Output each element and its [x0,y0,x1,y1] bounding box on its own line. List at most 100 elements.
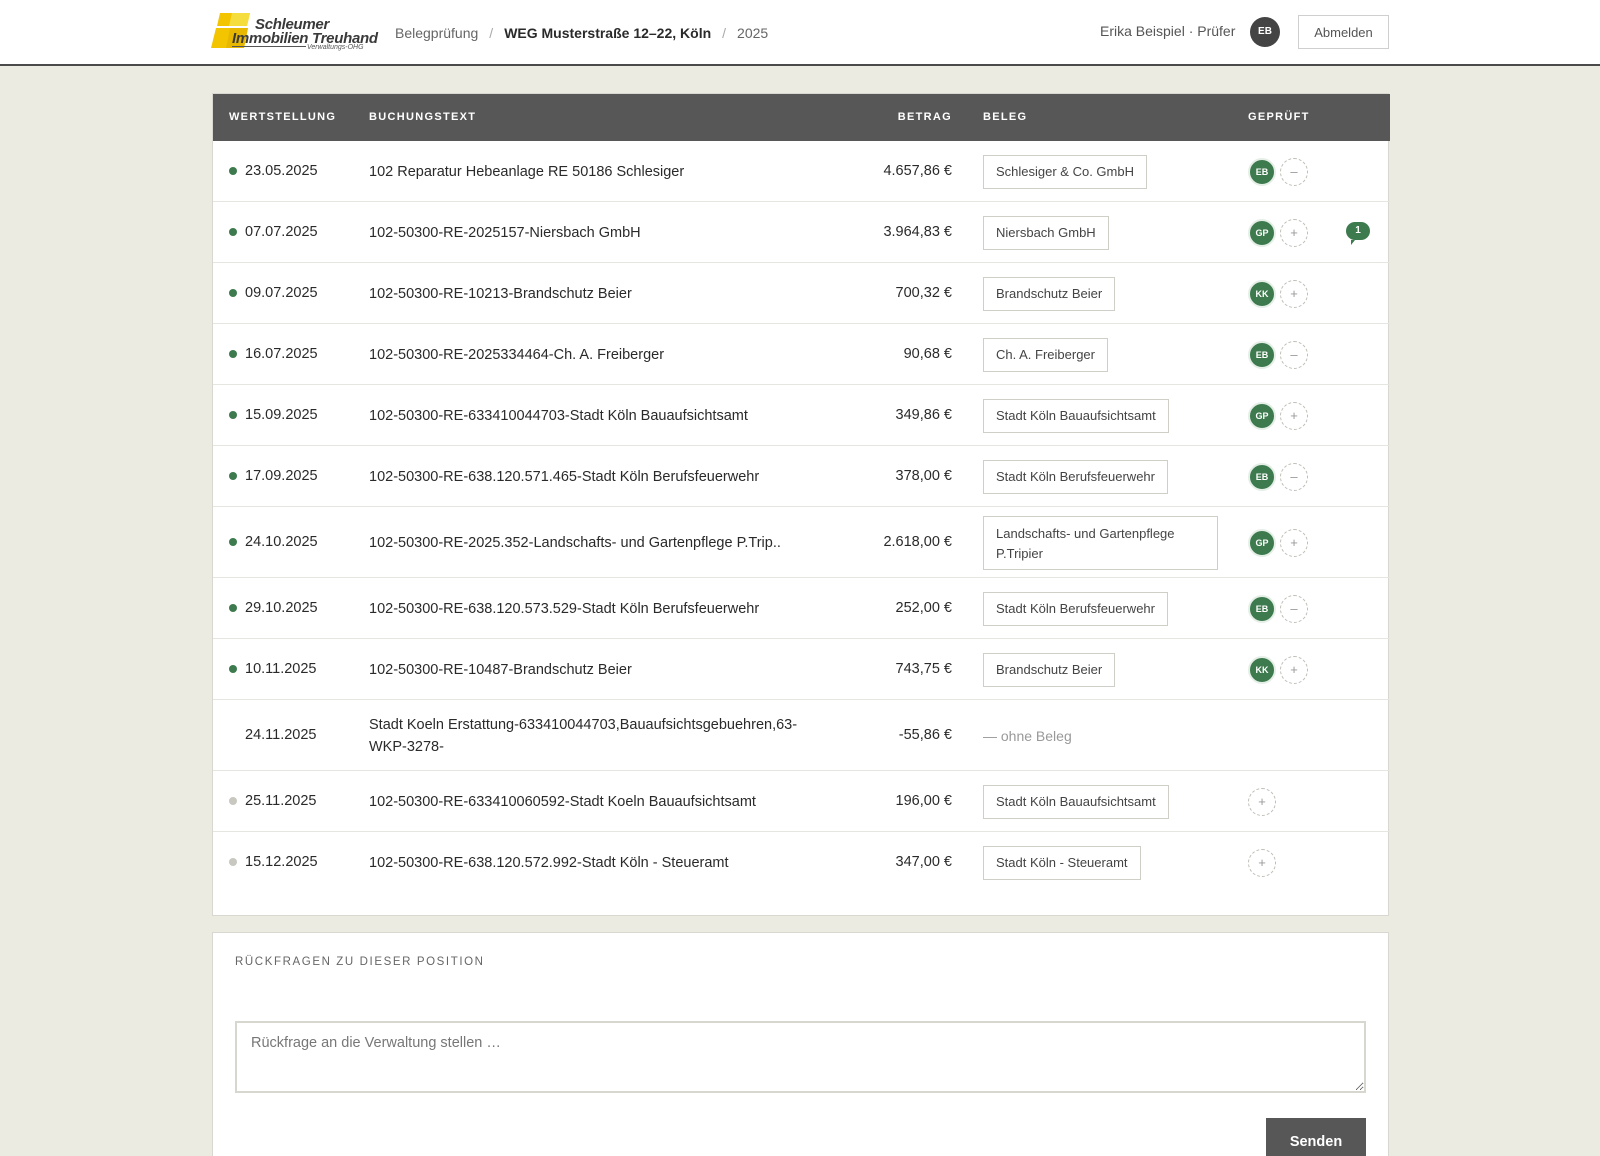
booking-text: Stadt Koeln Erstattung-633410044703,Baua… [369,716,798,755]
questions-panel: RÜCKFRAGEN ZU DIESER POSITION Senden [212,932,1389,1156]
questions-title: RÜCKFRAGEN ZU DIESER POSITION [235,956,485,968]
table-row[interactable]: 15.12.2025 102-50300-RE-638.120.572.992-S… [213,832,1390,893]
booking-date: 07.07.2025 [245,223,318,240]
logout-button[interactable]: Abmelden [1298,15,1389,49]
receipt-button[interactable]: Stadt Köln Berufsfeuerwehr [983,459,1168,494]
booking-amount: 349,86 € [895,406,952,423]
booking-date: 23.05.2025 [245,162,318,179]
status-dot [229,349,237,358]
column-header-checked[interactable]: GEPRÜFT [1248,111,1310,123]
receipt-button[interactable]: Ch. A. Freiberger [983,337,1108,372]
status-dot [229,166,237,175]
receipt-button[interactable]: Brandschutz Beier [983,276,1116,311]
breadcrumb-separator: / [722,25,727,41]
booking-text: 102-50300-RE-10487-Brandschutz Beier [369,661,632,678]
plus-icon[interactable]: + [1280,218,1308,247]
status-dot [229,288,237,297]
checker-badge[interactable]: KK [1248,279,1276,308]
checker-badge[interactable]: GP [1248,528,1276,557]
booking-date: 15.09.2025 [245,406,318,423]
receipt-button[interactable]: Stadt Köln Bauaufsichtsamt [983,784,1169,819]
question-input[interactable] [235,1021,1366,1093]
table-body: 23.05.2025 102 Reparatur Hebeanlage RE 50… [213,141,1390,893]
breadcrumb-item-review[interactable]: Belegprüfung [395,25,478,41]
column-header-receipt[interactable]: BELEG [983,111,1027,123]
comment-icon[interactable]: 1 [1346,221,1370,245]
booking-amount: 378,00 € [895,467,952,484]
booking-amount: 90,68 € [903,345,952,362]
booking-amount: 700,32 € [895,284,952,301]
logo-underline [232,46,306,47]
column-header-text[interactable]: BUCHUNGSTEXT [369,111,476,123]
booking-text: 102-50300-RE-2025334464-Ch. A. Freiberge… [369,346,665,363]
booking-amount: 743,75 € [895,660,952,677]
no-receipt-label: — ohne Beleg [983,727,1072,744]
booking-text: 102-50300-RE-10213-Brandschutz Beier [369,285,632,302]
plus-icon[interactable]: + [1248,787,1276,816]
minus-icon[interactable]: – [1280,462,1308,491]
status-dot [229,664,237,673]
receipt-button[interactable]: Stadt Köln Bauaufsichtsamt [983,398,1169,433]
company-logo[interactable]: Schleumer Immobilien Treuhand Verwaltung… [210,12,380,52]
table-row[interactable]: 16.07.2025 102-50300-RE-2025334464-Ch. A.… [213,324,1390,385]
booking-amount: -55,86 € [898,726,952,743]
table-row[interactable]: 10.11.2025 102-50300-RE-10487-Brandschutz… [213,639,1390,700]
checker-badge[interactable]: GP [1248,401,1276,430]
receipt-button[interactable]: Stadt Köln - Steueramt [983,845,1141,880]
booking-date: 16.07.2025 [245,345,318,362]
plus-icon[interactable]: + [1280,655,1308,684]
top-bar: Schleumer Immobilien Treuhand Verwaltung… [0,0,1600,66]
booking-text: 102-50300-RE-633410044703-Stadt Köln Bau… [369,407,748,424]
checker-badge[interactable]: EB [1248,157,1276,186]
column-header-date[interactable]: WERTSTELLUNG [229,111,336,123]
booking-date: 09.07.2025 [245,284,318,301]
receipt-button[interactable]: Schlesiger & Co. GmbH [983,154,1147,189]
minus-icon[interactable]: – [1280,594,1308,623]
receipt-button[interactable]: Stadt Köln Berufsfeuerwehr [983,591,1168,626]
table-row[interactable]: 17.09.2025 102-50300-RE-638.120.571.465-S… [213,446,1390,507]
receipt-button[interactable]: Brandschutz Beier [983,652,1116,687]
booking-text: 102-50300-RE-638.120.572.992-Stadt Köln … [369,854,729,871]
booking-text: 102-50300-RE-2025157-Niersbach GmbH [369,224,641,241]
table-row[interactable]: 09.07.2025 102-50300-RE-10213-Brandschutz… [213,263,1390,324]
status-dot [229,471,237,480]
booking-text: 102-50300-RE-638.120.571.465-Stadt Köln … [369,468,760,485]
table-row[interactable]: 23.05.2025 102 Reparatur Hebeanlage RE 50… [213,141,1390,202]
booking-amount: 2.618,00 € [883,533,952,550]
minus-icon[interactable]: – [1280,157,1308,186]
minus-icon[interactable]: – [1280,340,1308,369]
booking-date: 17.09.2025 [245,467,318,484]
status-dot [229,603,237,612]
receipt-button[interactable]: Niersbach GmbH [983,215,1109,250]
booking-text: 102-50300-RE-638.120.573.529-Stadt Köln … [369,600,760,617]
plus-icon[interactable]: + [1280,401,1308,430]
booking-date: 25.11.2025 [245,792,317,809]
table-row[interactable]: 25.11.2025 102-50300-RE-633410060592-Stad… [213,771,1390,832]
table-row[interactable]: 07.07.2025 102-50300-RE-2025157-Niersbach… [213,202,1390,263]
breadcrumb-item-year[interactable]: 2025 [737,25,768,41]
booking-amount: 196,00 € [895,792,952,809]
breadcrumb-item-property[interactable]: WEG Musterstraße 12–22, Köln [504,25,711,41]
booking-amount: 3.964,83 € [883,223,952,240]
avatar[interactable]: EB [1250,17,1280,47]
user-label: Erika Beispiel · Prüfer [1100,23,1236,39]
checker-badge[interactable]: GP [1248,218,1276,247]
receipt-button[interactable]: Landschafts- und Gartenpflege P.Tripier [983,515,1218,570]
checker-badge[interactable]: KK [1248,655,1276,684]
checker-badge[interactable]: EB [1248,462,1276,491]
plus-icon[interactable]: + [1280,528,1308,557]
send-button[interactable]: Senden [1266,1118,1366,1156]
table-row[interactable]: 24.11.2025 Stadt Koeln Erstattung-6334100… [213,700,1390,771]
table-row[interactable]: 24.10.2025 102-50300-RE-2025.352-Landscha… [213,507,1390,578]
column-header-amount[interactable]: BETRAG [898,111,952,123]
table-row[interactable]: 15.09.2025 102-50300-RE-633410044703-Stad… [213,385,1390,446]
booking-text: 102-50300-RE-2025.352-Landschafts- und G… [369,534,781,551]
plus-icon[interactable]: + [1248,848,1276,877]
status-dot [229,537,237,546]
checker-badge[interactable]: EB [1248,340,1276,369]
booking-amount: 252,00 € [895,599,952,616]
plus-icon[interactable]: + [1280,279,1308,308]
table-row[interactable]: 29.10.2025 102-50300-RE-638.120.573.529-S… [213,578,1390,639]
status-dot [229,857,237,866]
checker-badge[interactable]: EB [1248,594,1276,623]
